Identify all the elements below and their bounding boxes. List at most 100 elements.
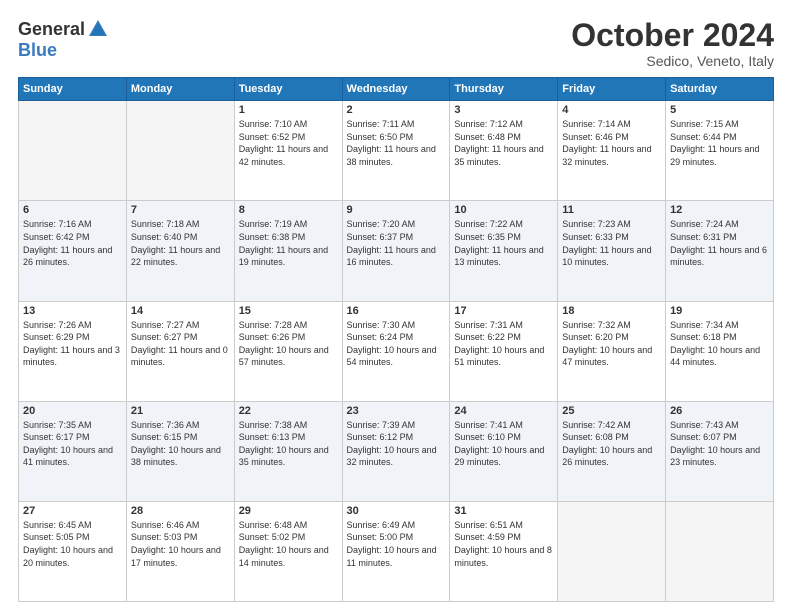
day-info: Sunrise: 7:39 AM Sunset: 6:12 PM Dayligh… xyxy=(347,419,446,469)
table-row xyxy=(558,501,666,601)
table-row: 11 Sunrise: 7:23 AM Sunset: 6:33 PM Dayli… xyxy=(558,201,666,301)
day-number: 26 xyxy=(670,405,769,417)
table-row: 12 Sunrise: 7:24 AM Sunset: 6:31 PM Dayli… xyxy=(666,201,774,301)
day-info: Sunrise: 6:48 AM Sunset: 5:02 PM Dayligh… xyxy=(239,519,338,569)
day-info: Sunrise: 7:16 AM Sunset: 6:42 PM Dayligh… xyxy=(23,218,122,268)
day-info: Sunrise: 7:12 AM Sunset: 6:48 PM Dayligh… xyxy=(454,118,553,168)
day-info: Sunrise: 7:15 AM Sunset: 6:44 PM Dayligh… xyxy=(670,118,769,168)
day-info: Sunrise: 7:28 AM Sunset: 6:26 PM Dayligh… xyxy=(239,319,338,369)
table-row: 21Sunrise: 7:36 AM Sunset: 6:15 PM Dayli… xyxy=(126,401,234,501)
day-number: 7 xyxy=(131,204,230,216)
table-row: 17 Sunrise: 7:31 AM Sunset: 6:22 PM Dayli… xyxy=(450,301,558,401)
header-tuesday: Tuesday xyxy=(234,78,342,101)
calendar-week-row: 20Sunrise: 7:35 AM Sunset: 6:17 PM Dayli… xyxy=(19,401,774,501)
table-row: 26 Sunrise: 7:43 AM Sunset: 6:07 PM Dayli… xyxy=(666,401,774,501)
day-info: Sunrise: 7:19 AM Sunset: 6:38 PM Dayligh… xyxy=(239,218,338,268)
weekday-header-row: Sunday Monday Tuesday Wednesday Thursday… xyxy=(19,78,774,101)
day-info: Sunrise: 7:10 AM Sunset: 6:52 PM Dayligh… xyxy=(239,118,338,168)
day-number: 13 xyxy=(23,305,122,317)
day-number: 25 xyxy=(562,405,661,417)
day-number: 1 xyxy=(239,104,338,116)
table-row: 13 Sunrise: 7:26 AM Sunset: 6:29 PM Dayli… xyxy=(19,301,127,401)
table-row: 30 Sunrise: 6:49 AM Sunset: 5:00 PM Dayli… xyxy=(342,501,450,601)
day-number: 5 xyxy=(670,104,769,116)
day-info: Sunrise: 7:20 AM Sunset: 6:37 PM Dayligh… xyxy=(347,218,446,268)
day-info: Sunrise: 6:51 AM Sunset: 4:59 PM Dayligh… xyxy=(454,519,553,569)
day-info: Sunrise: 7:42 AM Sunset: 6:08 PM Dayligh… xyxy=(562,419,661,469)
table-row: 1 Sunrise: 7:10 AM Sunset: 6:52 PM Daylig… xyxy=(234,101,342,201)
day-info: Sunrise: 7:23 AM Sunset: 6:33 PM Dayligh… xyxy=(562,218,661,268)
day-number: 12 xyxy=(670,204,769,216)
day-number: 29 xyxy=(239,505,338,517)
table-row: 16Sunrise: 7:30 AM Sunset: 6:24 PM Dayli… xyxy=(342,301,450,401)
table-row: 7 Sunrise: 7:18 AM Sunset: 6:40 PM Daylig… xyxy=(126,201,234,301)
day-info: Sunrise: 7:11 AM Sunset: 6:50 PM Dayligh… xyxy=(347,118,446,168)
day-info: Sunrise: 7:14 AM Sunset: 6:46 PM Dayligh… xyxy=(562,118,661,168)
table-row: 19Sunrise: 7:34 AM Sunset: 6:18 PM Dayli… xyxy=(666,301,774,401)
header-sunday: Sunday xyxy=(19,78,127,101)
table-row: 20Sunrise: 7:35 AM Sunset: 6:17 PM Dayli… xyxy=(19,401,127,501)
day-info: Sunrise: 6:46 AM Sunset: 5:03 PM Dayligh… xyxy=(131,519,230,569)
table-row: 6 Sunrise: 7:16 AM Sunset: 6:42 PM Daylig… xyxy=(19,201,127,301)
calendar-week-row: 27Sunrise: 6:45 AM Sunset: 5:05 PM Dayli… xyxy=(19,501,774,601)
day-info: Sunrise: 6:49 AM Sunset: 5:00 PM Dayligh… xyxy=(347,519,446,569)
day-info: Sunrise: 7:31 AM Sunset: 6:22 PM Dayligh… xyxy=(454,319,553,369)
logo-general-text: General xyxy=(18,19,85,40)
day-number: 11 xyxy=(562,204,661,216)
table-row: 25 Sunrise: 7:42 AM Sunset: 6:08 PM Dayli… xyxy=(558,401,666,501)
day-number: 3 xyxy=(454,104,553,116)
table-row: 27Sunrise: 6:45 AM Sunset: 5:05 PM Dayli… xyxy=(19,501,127,601)
header-wednesday: Wednesday xyxy=(342,78,450,101)
table-row xyxy=(126,101,234,201)
day-info: Sunrise: 7:24 AM Sunset: 6:31 PM Dayligh… xyxy=(670,218,769,268)
table-row: 28 Sunrise: 6:46 AM Sunset: 5:03 PM Dayli… xyxy=(126,501,234,601)
day-info: Sunrise: 7:22 AM Sunset: 6:35 PM Dayligh… xyxy=(454,218,553,268)
month-title: October 2024 xyxy=(571,18,774,53)
day-info: Sunrise: 7:18 AM Sunset: 6:40 PM Dayligh… xyxy=(131,218,230,268)
day-number: 6 xyxy=(23,204,122,216)
day-info: Sunrise: 7:41 AM Sunset: 6:10 PM Dayligh… xyxy=(454,419,553,469)
table-row: 8 Sunrise: 7:19 AM Sunset: 6:38 PM Daylig… xyxy=(234,201,342,301)
calendar-week-row: 13 Sunrise: 7:26 AM Sunset: 6:29 PM Dayli… xyxy=(19,301,774,401)
day-number: 24 xyxy=(454,405,553,417)
day-info: Sunrise: 7:43 AM Sunset: 6:07 PM Dayligh… xyxy=(670,419,769,469)
header: General Blue October 2024 Sedico, Veneto… xyxy=(18,18,774,69)
table-row: 5 Sunrise: 7:15 AM Sunset: 6:44 PM Daylig… xyxy=(666,101,774,201)
day-number: 23 xyxy=(347,405,446,417)
table-row: 9 Sunrise: 7:20 AM Sunset: 6:37 PM Daylig… xyxy=(342,201,450,301)
location: Sedico, Veneto, Italy xyxy=(571,53,774,69)
logo-icon xyxy=(87,18,109,40)
day-number: 22 xyxy=(239,405,338,417)
table-row: 3 Sunrise: 7:12 AM Sunset: 6:48 PM Daylig… xyxy=(450,101,558,201)
day-number: 9 xyxy=(347,204,446,216)
day-number: 8 xyxy=(239,204,338,216)
calendar-week-row: 1 Sunrise: 7:10 AM Sunset: 6:52 PM Daylig… xyxy=(19,101,774,201)
day-number: 31 xyxy=(454,505,553,517)
day-number: 15 xyxy=(239,305,338,317)
day-info: Sunrise: 7:38 AM Sunset: 6:13 PM Dayligh… xyxy=(239,419,338,469)
header-thursday: Thursday xyxy=(450,78,558,101)
header-friday: Friday xyxy=(558,78,666,101)
table-row: 24 Sunrise: 7:41 AM Sunset: 6:10 PM Dayli… xyxy=(450,401,558,501)
table-row xyxy=(19,101,127,201)
table-row: 2Sunrise: 7:11 AM Sunset: 6:50 PM Daylig… xyxy=(342,101,450,201)
calendar-table: Sunday Monday Tuesday Wednesday Thursday… xyxy=(18,77,774,602)
day-info: Sunrise: 7:26 AM Sunset: 6:29 PM Dayligh… xyxy=(23,319,122,369)
day-number: 28 xyxy=(131,505,230,517)
day-number: 19 xyxy=(670,305,769,317)
day-number: 17 xyxy=(454,305,553,317)
day-number: 16 xyxy=(347,305,446,317)
calendar-week-row: 6 Sunrise: 7:16 AM Sunset: 6:42 PM Daylig… xyxy=(19,201,774,301)
day-info: Sunrise: 7:32 AM Sunset: 6:20 PM Dayligh… xyxy=(562,319,661,369)
table-row: 4Sunrise: 7:14 AM Sunset: 6:46 PM Daylig… xyxy=(558,101,666,201)
day-number: 30 xyxy=(347,505,446,517)
table-row xyxy=(666,501,774,601)
table-row: 29 Sunrise: 6:48 AM Sunset: 5:02 PM Dayli… xyxy=(234,501,342,601)
table-row: 22 Sunrise: 7:38 AM Sunset: 6:13 PM Dayli… xyxy=(234,401,342,501)
day-number: 14 xyxy=(131,305,230,317)
table-row: 14Sunrise: 7:27 AM Sunset: 6:27 PM Dayli… xyxy=(126,301,234,401)
day-number: 18 xyxy=(562,305,661,317)
table-row: 23 Sunrise: 7:39 AM Sunset: 6:12 PM Dayli… xyxy=(342,401,450,501)
table-row: 18 Sunrise: 7:32 AM Sunset: 6:20 PM Dayli… xyxy=(558,301,666,401)
header-saturday: Saturday xyxy=(666,78,774,101)
